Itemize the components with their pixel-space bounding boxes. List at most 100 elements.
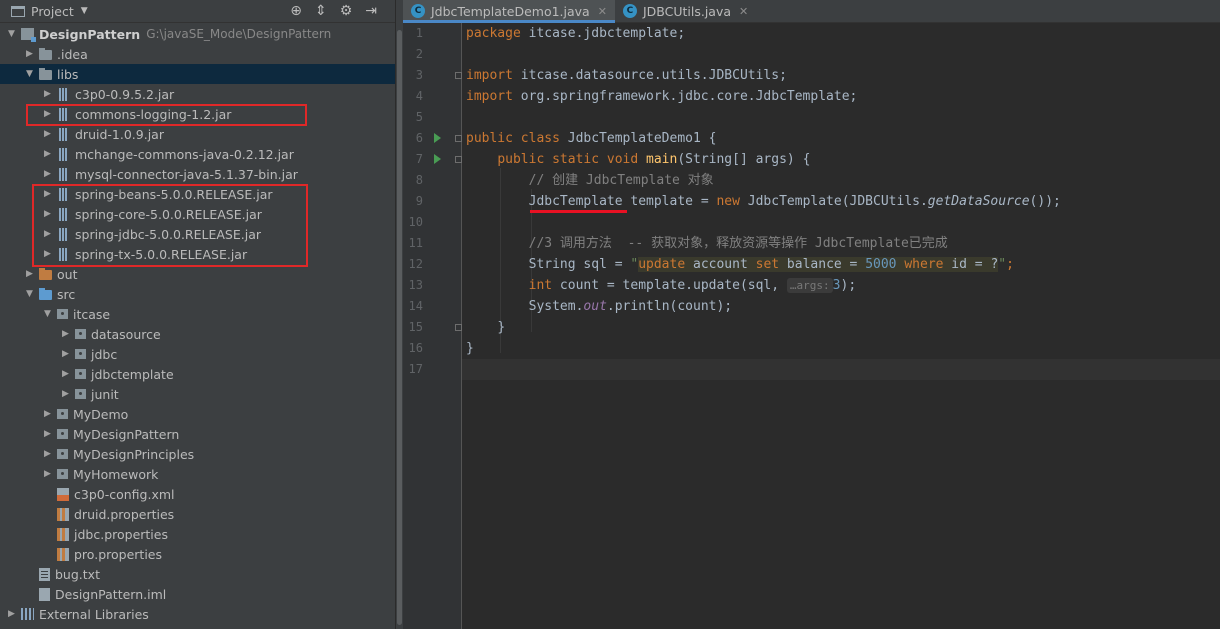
expand-arrow-right-icon[interactable]: ▶ xyxy=(60,349,71,359)
expand-arrow-down-icon[interactable]: ▼ xyxy=(6,29,17,39)
tree-item-label: pro.properties xyxy=(74,546,162,562)
expand-arrow-down-icon[interactable]: ▼ xyxy=(24,289,35,299)
tab-jdbctemplatedemo1[interactable]: C JdbcTemplateDemo1.java ✕ xyxy=(403,0,615,23)
line-number: 9 xyxy=(415,194,423,208)
highlight-box-commons-logging xyxy=(26,104,307,126)
line-number: 10 xyxy=(408,215,423,229)
tree-item-out[interactable]: ▶ out xyxy=(0,264,395,284)
code-area[interactable]: package itcase.jdbctemplate; import itca… xyxy=(462,23,1220,629)
code-line-12: String sql = "update account set balance… xyxy=(528,257,1014,272)
fold-marker-icon[interactable] xyxy=(455,156,462,163)
project-path: G:\javaSE_Mode\DesignPattern xyxy=(146,27,332,41)
code-line-7: public static void main(String[] args) { xyxy=(497,152,811,167)
line-number: 8 xyxy=(415,173,423,187)
tree-item-itcase[interactable]: ▼ itcase xyxy=(0,304,395,324)
tree-item-mchange-commons-java-0-2-12-jar[interactable]: ▶ mchange-commons-java-0.2.12.jar xyxy=(0,144,395,164)
folder-icon xyxy=(39,47,52,60)
tree-item-src[interactable]: ▼ src xyxy=(0,284,395,304)
external-libraries-icon xyxy=(21,608,34,620)
tree-item-libs[interactable]: ▼ libs xyxy=(0,64,395,84)
expand-arrow-down-icon[interactable]: ▼ xyxy=(24,69,35,79)
tree-item-external-libraries[interactable]: ▶ External Libraries xyxy=(0,604,395,624)
package-icon xyxy=(75,329,86,339)
hide-panel-icon[interactable]: ⇥ xyxy=(365,4,377,18)
expand-arrow-right-icon[interactable]: ▶ xyxy=(42,129,53,139)
close-icon[interactable]: ✕ xyxy=(739,5,748,18)
expand-arrow-right-icon[interactable]: ▶ xyxy=(60,369,71,379)
parameter-hint: …args: xyxy=(786,278,833,293)
tree-item-label: External Libraries xyxy=(39,606,149,622)
tree-item-designpattern[interactable]: ▼ DesignPattern G:\javaSE_Mode\DesignPatte… xyxy=(0,24,395,44)
code-line-8: // 创建 JdbcTemplate 对象 xyxy=(528,173,714,188)
fold-marker-icon[interactable] xyxy=(455,72,462,79)
code-line-3: import itcase.datasource.utils.JDBCUtils… xyxy=(466,68,787,83)
expand-arrow-right-icon[interactable]: ▶ xyxy=(42,89,53,99)
code-line-9: JdbcTemplate template = new JdbcTemplate… xyxy=(528,194,1061,209)
java-class-icon: C xyxy=(411,4,425,18)
tab-label: JdbcTemplateDemo1.java xyxy=(431,3,590,19)
tree-item-label: druid-1.0.9.jar xyxy=(75,126,164,142)
expand-arrow-right-icon[interactable]: ▶ xyxy=(60,389,71,399)
close-icon[interactable]: ✕ xyxy=(598,5,607,18)
tab-jdbcutils[interactable]: C JDBCUtils.java ✕ xyxy=(615,0,756,22)
package-icon xyxy=(57,309,68,319)
jar-icon xyxy=(59,87,68,101)
line-number: 6 xyxy=(415,131,423,145)
package-icon xyxy=(57,449,68,459)
line-number: 15 xyxy=(408,320,423,334)
expand-arrow-right-icon[interactable]: ▶ xyxy=(42,149,53,159)
project-view-dropdown[interactable]: Project ▼ xyxy=(11,4,88,19)
jdbctemplate-type-token: JdbcTemplate xyxy=(528,194,623,209)
tree-item-datasource[interactable]: ▶ datasource xyxy=(0,324,395,344)
tree-item-mydesignpattern[interactable]: ▶ MyDesignPattern xyxy=(0,424,395,444)
expand-arrow-right-icon[interactable]: ▶ xyxy=(42,429,53,439)
expand-arrow-right-icon[interactable]: ▶ xyxy=(42,409,53,419)
line-number: 13 xyxy=(408,278,423,292)
line-number: 5 xyxy=(415,110,423,124)
tree-item-bug-txt[interactable]: ▶bug.txt xyxy=(0,564,395,584)
expand-arrow-right-icon[interactable]: ▶ xyxy=(42,449,53,459)
tree-item-jdbc-properties[interactable]: ▶jdbc.properties xyxy=(0,524,395,544)
tree-item-pro-properties[interactable]: ▶pro.properties xyxy=(0,544,395,564)
project-panel-header: Project ▼ ⊕ ⇕ ⚙ ⇥ xyxy=(0,0,395,23)
collapse-all-icon[interactable]: ⇕ xyxy=(315,4,327,18)
tree-item-myhomework[interactable]: ▶ MyHomework xyxy=(0,464,395,484)
tree-item-druid-1-0-9-jar[interactable]: ▶ druid-1.0.9.jar xyxy=(0,124,395,144)
code-line-13: int count = template.update(sql, …args: 3… xyxy=(528,278,857,293)
expand-arrow-down-icon[interactable]: ▼ xyxy=(42,309,53,319)
expand-arrow-right-icon[interactable]: ▶ xyxy=(24,269,35,279)
tree-item-designpattern-iml[interactable]: ▶DesignPattern.iml xyxy=(0,584,395,604)
tree-item-mydesignprinciples[interactable]: ▶ MyDesignPrinciples xyxy=(0,444,395,464)
tree-item-mysql-connector-java-5-1-37-bin-jar[interactable]: ▶ mysql-connector-java-5.1.37-bin.jar xyxy=(0,164,395,184)
expand-arrow-right-icon[interactable]: ▶ xyxy=(6,609,17,619)
tree-item-label: jdbc.properties xyxy=(74,526,168,542)
tree-item-label: .idea xyxy=(57,46,88,62)
expand-arrow-right-icon[interactable]: ▶ xyxy=(24,49,35,59)
tree-item-druid-properties[interactable]: ▶druid.properties xyxy=(0,504,395,524)
tree-item-c3p0-0-9-5-2-jar[interactable]: ▶ c3p0-0.9.5.2.jar xyxy=(0,84,395,104)
expand-arrow-right-icon[interactable]: ▶ xyxy=(42,169,53,179)
fold-marker-icon[interactable] xyxy=(455,135,462,142)
tree-item-label: itcase xyxy=(73,306,111,322)
highlight-box-spring-jars xyxy=(32,184,308,267)
fold-marker-icon[interactable] xyxy=(455,324,462,331)
tree-item-c3p0-config-xml[interactable]: ▶c3p0-config.xml xyxy=(0,484,395,504)
gear-icon[interactable]: ⚙ xyxy=(340,4,353,18)
line-number: 17 xyxy=(408,362,423,376)
run-gutter-icon[interactable] xyxy=(434,154,441,164)
tree-item-jdbc[interactable]: ▶ jdbc xyxy=(0,344,395,364)
code-editor: C JdbcTemplateDemo1.java ✕ C JDBCUtils.j… xyxy=(403,0,1220,629)
jar-icon xyxy=(59,167,68,181)
expand-arrow-right-icon[interactable]: ▶ xyxy=(42,469,53,479)
tree-scrollbar-thumb[interactable] xyxy=(397,30,402,625)
tree-item-junit[interactable]: ▶ junit xyxy=(0,384,395,404)
locate-file-icon[interactable]: ⊕ xyxy=(290,4,302,18)
tree-item-jdbctemplate[interactable]: ▶ jdbctemplate xyxy=(0,364,395,384)
tree-item-mydemo[interactable]: ▶ MyDemo xyxy=(0,404,395,424)
folder-icon xyxy=(39,67,52,80)
tree-item-idea[interactable]: ▶ .idea xyxy=(0,44,395,64)
expand-arrow-right-icon[interactable]: ▶ xyxy=(60,329,71,339)
tree-item-label: bug.txt xyxy=(55,566,100,582)
chevron-down-icon: ▼ xyxy=(80,6,88,16)
run-gutter-icon[interactable] xyxy=(434,133,441,143)
